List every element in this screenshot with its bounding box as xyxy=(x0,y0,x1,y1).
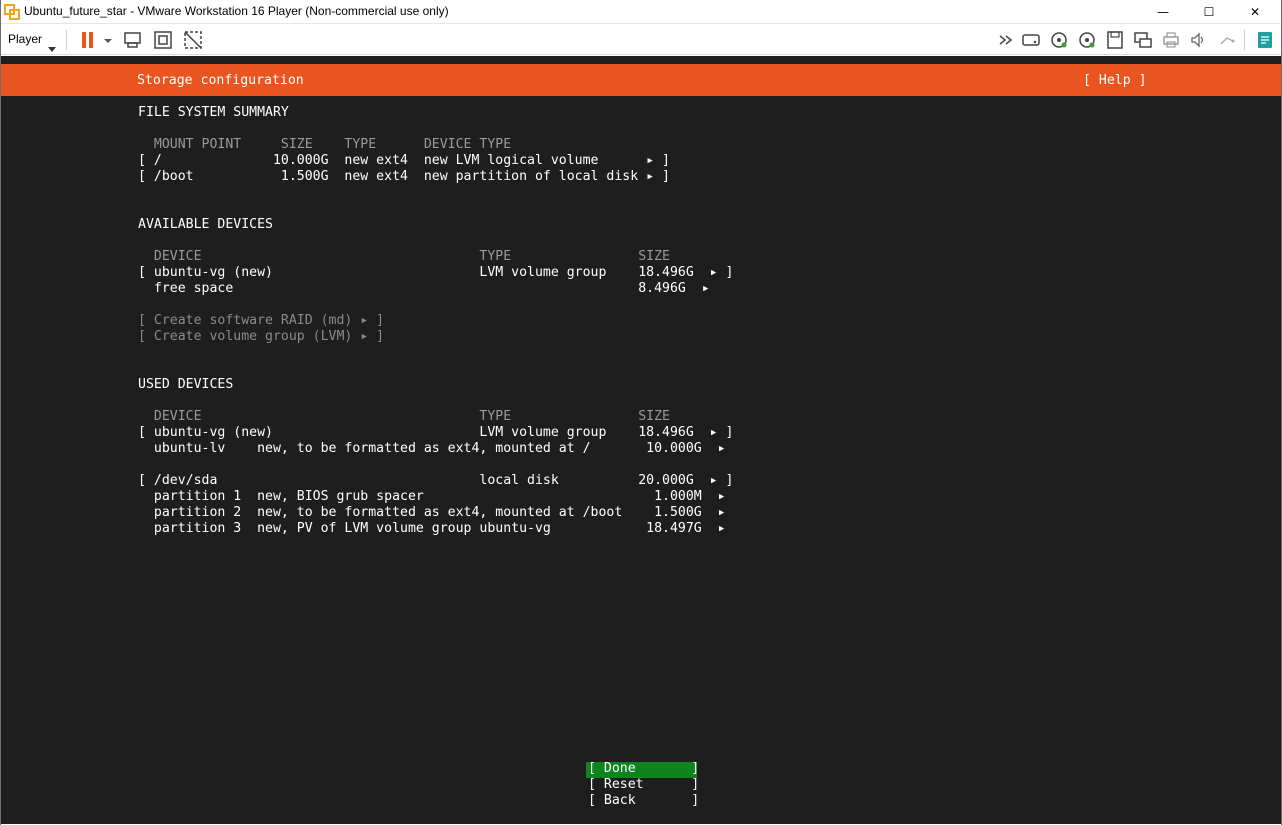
create-raid-button[interactable]: [ Create software RAID (md) ▸ ] xyxy=(138,313,384,329)
unity-icon[interactable] xyxy=(182,29,204,51)
window-titlebar: Ubuntu_future_star - VMware Workstation … xyxy=(0,0,1282,24)
used-row-partition-1[interactable]: partition 1 new, BIOS grub spacer 1.000M… xyxy=(138,489,726,505)
usb-icon[interactable] xyxy=(1216,29,1238,51)
vm-console[interactable]: Storage configuration [ Help ] FILE SYST… xyxy=(1,56,1281,824)
fullscreen-icon[interactable] xyxy=(152,29,174,51)
section-heading-used: USED DEVICES xyxy=(138,377,234,392)
window-border-left xyxy=(0,0,1,825)
chevron-down-icon[interactable] xyxy=(48,37,56,56)
toolbar-separator xyxy=(1244,30,1245,50)
create-lvm-button[interactable]: [ Create volume group (LVM) ▸ ] xyxy=(138,329,384,345)
used-row-ubuntu-vg[interactable]: [ ubuntu-vg (new) LVM volume group 18.49… xyxy=(138,425,733,441)
player-menu[interactable]: Player xyxy=(8,32,42,46)
used-row-partition-2[interactable]: partition 2 new, to be formatted as ext4… xyxy=(138,505,726,521)
printer-icon[interactable] xyxy=(1160,29,1182,51)
used-row-ubuntu-lv[interactable]: ubuntu-lv new, to be formatted as ext4, … xyxy=(138,441,726,457)
sound-card-icon[interactable] xyxy=(1188,29,1210,51)
used-row-partition-3[interactable]: partition 3 new, PV of LVM volume group … xyxy=(138,521,726,537)
send-ctrl-alt-del-icon[interactable] xyxy=(122,29,144,51)
toolbar-separator xyxy=(66,30,67,50)
reset-button[interactable]: [ Reset ] xyxy=(588,777,699,793)
page-title: Storage configuration xyxy=(137,73,304,88)
vmware-icon xyxy=(4,4,20,20)
close-button[interactable]: ✕ xyxy=(1232,0,1278,24)
messages-icon[interactable] xyxy=(1254,29,1276,51)
forward-icon[interactable] xyxy=(995,29,1017,51)
minimize-button[interactable]: — xyxy=(1140,0,1186,24)
used-row-dev-sda[interactable]: [ /dev/sda local disk 20.000G ▸ ] xyxy=(138,473,733,489)
network-adapter-icon[interactable] xyxy=(1132,29,1154,51)
maximize-button[interactable]: ☐ xyxy=(1186,0,1232,24)
done-button[interactable]: [ Done ] xyxy=(588,761,699,777)
available-row-free-space[interactable]: free space 8.496G ▸ xyxy=(138,281,710,297)
hard-disk-icon[interactable] xyxy=(1020,29,1042,51)
player-toolbar: Player xyxy=(0,24,1282,55)
help-button[interactable]: [ Help ] xyxy=(1083,73,1147,89)
fs-row-root[interactable]: [ / 10.000G new ext4 new LVM logical vol… xyxy=(138,153,670,169)
section-heading-available: AVAILABLE DEVICES xyxy=(138,217,273,232)
back-button[interactable]: [ Back ] xyxy=(588,793,699,809)
cd-dvd-icon[interactable] xyxy=(1048,29,1070,51)
available-row-ubuntu-vg[interactable]: [ ubuntu-vg (new) LVM volume group 18.49… xyxy=(138,265,733,281)
pause-icon[interactable] xyxy=(77,29,99,51)
floppy-icon[interactable] xyxy=(1104,29,1126,51)
fs-row-boot[interactable]: [ /boot 1.500G new ext4 new partition of… xyxy=(138,169,670,185)
pause-dropdown-icon[interactable] xyxy=(98,29,120,51)
used-columns: DEVICE TYPE SIZE xyxy=(138,409,670,424)
available-columns: DEVICE TYPE SIZE xyxy=(138,249,670,264)
section-heading-fs-summary: FILE SYSTEM SUMMARY xyxy=(138,105,289,120)
fs-summary-columns: MOUNT POINT SIZE TYPE DEVICE TYPE xyxy=(138,137,512,152)
window-title: Ubuntu_future_star - VMware Workstation … xyxy=(24,4,449,18)
cd-dvd-2-icon[interactable] xyxy=(1076,29,1098,51)
